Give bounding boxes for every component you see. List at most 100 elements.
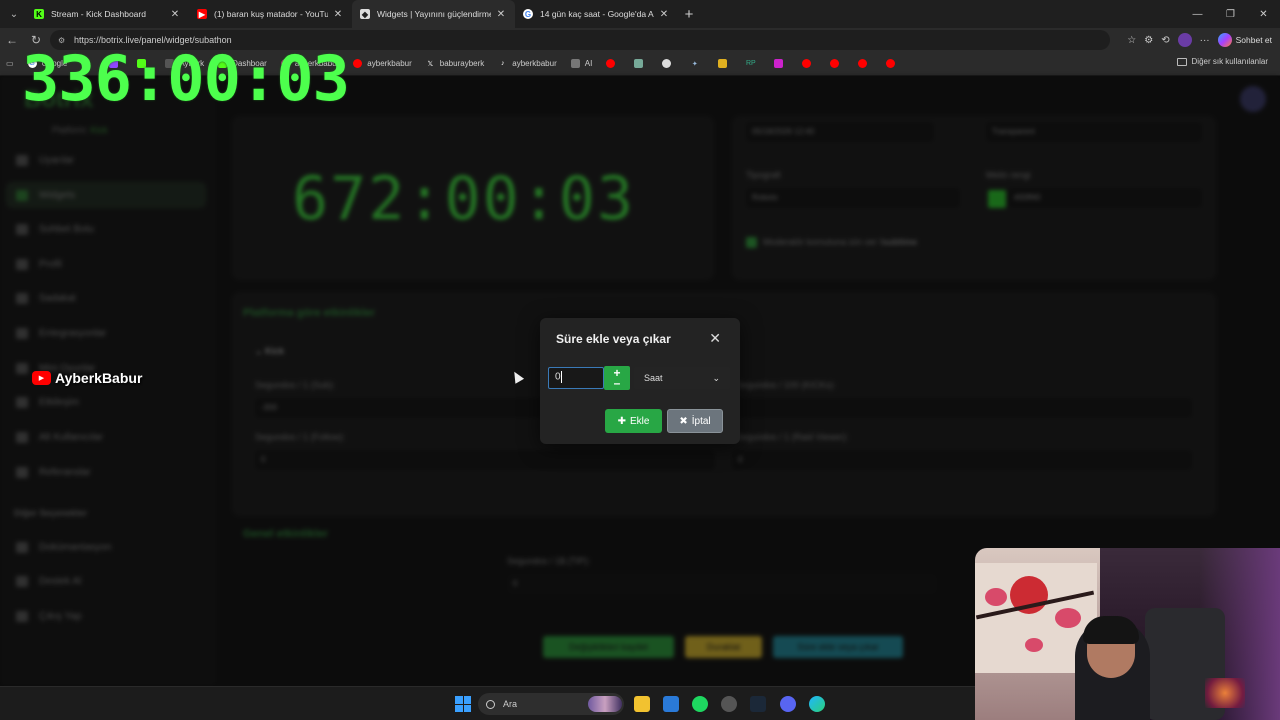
sidebar-item-alerts[interactable]: Uyarılar bbox=[16, 155, 74, 166]
text-color-input[interactable]: #00ff40 bbox=[1008, 188, 1202, 208]
tab-widgets[interactable]: ◆ Widgets | Yayınını güçlendirmek i ✕ bbox=[352, 0, 515, 28]
save-button[interactable]: Değişiklikleri kaydet bbox=[543, 636, 674, 658]
bookmark-ayberkbabur-3[interactable]: ♪ ayberkbabur bbox=[498, 59, 557, 68]
profile-avatar[interactable] bbox=[1177, 33, 1192, 47]
discord-icon[interactable] bbox=[780, 696, 796, 712]
new-tab-button[interactable]: + bbox=[678, 6, 700, 23]
bookmark-yt-5[interactable] bbox=[886, 59, 900, 68]
bookmark-item[interactable] bbox=[662, 59, 676, 68]
sidebar-item-subusers[interactable]: Alt Kullanıcılar bbox=[16, 432, 103, 443]
user-avatar[interactable] bbox=[1240, 86, 1266, 112]
sidebar-item-logout[interactable]: Çıkış Yap bbox=[16, 611, 81, 622]
close-icon[interactable]: ✕ bbox=[169, 9, 181, 20]
time-amount-input[interactable]: 0 bbox=[548, 367, 604, 389]
file-explorer-icon[interactable] bbox=[634, 696, 650, 712]
quantity-stepper[interactable]: + – bbox=[604, 366, 630, 390]
raid-label: Segundos / 1 (Raid Viewer): bbox=[736, 432, 849, 442]
bookmark-yt-1[interactable] bbox=[606, 59, 620, 68]
sidebar-item-label: Çıkış Yap bbox=[39, 611, 82, 622]
bookmark-item[interactable] bbox=[634, 59, 648, 68]
sidebar-item-docs[interactable]: Dokümantasyon bbox=[16, 542, 111, 553]
sidebar-item-loyalty[interactable]: Sadakat bbox=[16, 293, 76, 304]
restore-icon[interactable]: ❐ bbox=[1214, 0, 1247, 28]
extensions-icon[interactable]: ⚙ bbox=[1144, 35, 1153, 46]
modal-title: Süre ekle veya çıkar bbox=[556, 332, 671, 346]
minimize-icon[interactable]: — bbox=[1181, 0, 1214, 28]
channel-overlay: ▶ AyberkBabur bbox=[32, 370, 142, 386]
sidebar-item-referrals[interactable]: Referanslar bbox=[16, 467, 91, 478]
time-adjust-modal: Süre ekle veya çıkar ✕ 0 + – Saat ⌄ ✚ Ekl… bbox=[540, 318, 740, 444]
close-icon[interactable]: ✕ bbox=[495, 9, 507, 20]
tab-youtube[interactable]: ▶ (1) baran kuş matador - YouTube ✕ bbox=[189, 0, 352, 28]
bookmark-yt-2[interactable] bbox=[802, 59, 816, 68]
bookmark-ai[interactable]: AI bbox=[570, 59, 592, 68]
reading-icon[interactable]: ▭ bbox=[6, 59, 14, 68]
kick-toggle[interactable]: ⌄ Kick bbox=[255, 346, 284, 357]
history-icon[interactable]: ⟲ bbox=[1161, 35, 1169, 46]
typography-select[interactable]: Roboto bbox=[746, 188, 960, 208]
follow-input[interactable]: 0 bbox=[255, 450, 715, 470]
youtube-icon bbox=[858, 59, 868, 68]
tab-google[interactable]: G 14 gün kaç saat - Google'da Ara ✕ bbox=[515, 0, 678, 28]
screen: ⌄ K Stream - Kick Dashboard ✕ ▶ (1) bara… bbox=[0, 0, 1280, 720]
pause-button[interactable]: Duraklat bbox=[685, 636, 762, 658]
cancel-button[interactable]: ✖ İptal bbox=[667, 409, 723, 433]
obs-icon[interactable] bbox=[721, 696, 737, 712]
bookmark-item[interactable] bbox=[774, 59, 788, 68]
color-swatch[interactable] bbox=[988, 190, 1006, 208]
minus-icon[interactable]: – bbox=[614, 377, 621, 389]
link-icon: RP bbox=[745, 60, 756, 67]
sidebar-item-profile[interactable]: Profil bbox=[16, 259, 62, 270]
browser-tabbar: ⌄ K Stream - Kick Dashboard ✕ ▶ (1) bara… bbox=[0, 0, 1280, 28]
moderator-checkbox[interactable] bbox=[746, 237, 757, 248]
sidebar-item-chatbot[interactable]: Sohbet Botu bbox=[16, 224, 94, 235]
tab-title: Widgets | Yayınını güçlendirmek i bbox=[377, 9, 491, 19]
bookmark-item[interactable]: ✦ bbox=[690, 59, 704, 68]
youtube-icon bbox=[802, 59, 812, 68]
other-bookmarks[interactable]: Diğer sık kullanılanlar bbox=[1176, 57, 1268, 66]
store-icon[interactable] bbox=[663, 696, 679, 712]
copilot-button[interactable]: Sohbet et bbox=[1217, 33, 1272, 47]
close-icon[interactable]: ✕ bbox=[332, 9, 344, 20]
bookmark-item[interactable]: RP bbox=[746, 59, 760, 68]
kicks-input[interactable] bbox=[732, 398, 1192, 418]
close-icon[interactable]: ✕ bbox=[658, 9, 670, 20]
copilot-label: Sohbet et bbox=[1235, 35, 1272, 45]
typography-label: Tipografi bbox=[746, 170, 781, 180]
bookmark-baburayberk[interactable]: 𝕏baburayberk bbox=[426, 59, 484, 68]
more-icon[interactable]: ··· bbox=[1200, 35, 1210, 46]
tip-input[interactable]: 0 bbox=[507, 574, 937, 594]
sidebar-item-interaction[interactable]: Etkileşim bbox=[16, 397, 79, 408]
raid-input[interactable]: 0 bbox=[732, 450, 1192, 470]
sidebar-item-widgets[interactable]: Widgets bbox=[6, 182, 206, 208]
time-unit-select[interactable]: Saat ⌄ bbox=[634, 367, 730, 389]
sidebar-item-integrations[interactable]: Entegrasyonlar bbox=[16, 328, 106, 339]
tab-kick-dashboard[interactable]: K Stream - Kick Dashboard ✕ bbox=[26, 0, 189, 28]
close-icon[interactable]: ✕ bbox=[709, 330, 721, 347]
widgets-icon bbox=[16, 189, 28, 201]
start-button[interactable] bbox=[455, 696, 471, 712]
bookmark-yt-3[interactable] bbox=[830, 59, 844, 68]
follow-label: Segundos / 1 (Follow): bbox=[255, 432, 346, 442]
youtube-icon bbox=[830, 59, 840, 68]
favorite-star-icon[interactable]: ☆ bbox=[1127, 35, 1136, 46]
tip-label: Segundos / 1$ (TIP): bbox=[507, 556, 591, 566]
bookmark-yt-4[interactable] bbox=[858, 59, 872, 68]
add-button[interactable]: ✚ Ekle bbox=[605, 409, 662, 433]
background-select[interactable]: Transparent bbox=[986, 122, 1202, 142]
plus-icon: ✚ bbox=[617, 415, 626, 427]
bookmark-item[interactable] bbox=[718, 59, 732, 68]
tab-list-button[interactable]: ⌄ bbox=[2, 4, 26, 24]
window-close-icon[interactable]: ✕ bbox=[1247, 0, 1280, 28]
edge-icon[interactable] bbox=[809, 696, 825, 712]
back-icon[interactable]: ← bbox=[0, 33, 24, 47]
add-time-button[interactable]: Süre ekle veya çıkar bbox=[773, 636, 903, 658]
stream-timer-overlay: 336:00:03 bbox=[22, 42, 350, 115]
steam-icon[interactable] bbox=[750, 696, 766, 712]
end-date-field[interactable]: 05/18/2026 12:40 bbox=[746, 122, 934, 142]
bookmark-ayberkbabur-2[interactable]: ayberkbabur bbox=[353, 59, 412, 68]
search-placeholder: Ara bbox=[503, 699, 518, 709]
spotify-icon[interactable] bbox=[692, 696, 708, 712]
sidebar-item-support[interactable]: Destek Al bbox=[16, 576, 81, 587]
taskbar-search[interactable]: Ara bbox=[478, 693, 624, 715]
